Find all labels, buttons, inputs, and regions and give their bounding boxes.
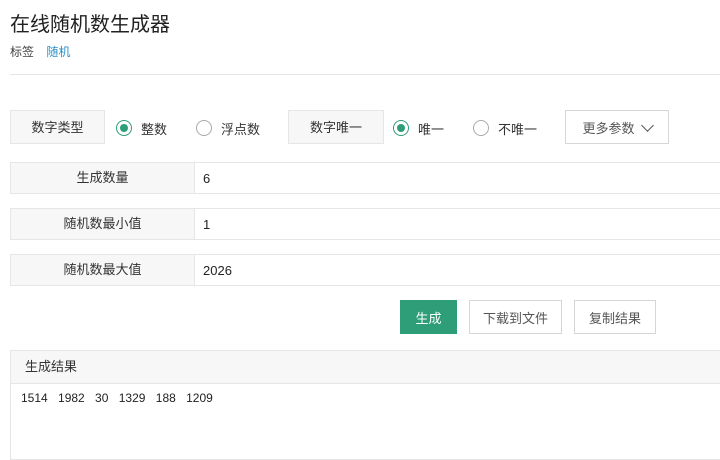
radio-unchecked-icon xyxy=(473,120,489,136)
tag-link-random[interactable]: 随机 xyxy=(46,45,70,59)
radio-integer[interactable]: 整数 xyxy=(116,119,167,137)
more-params-label: 更多参数 xyxy=(582,120,635,136)
count-label: 生成数量 xyxy=(11,163,195,193)
divider xyxy=(10,74,720,75)
number-type-label: 数字类型 xyxy=(10,110,105,144)
min-input[interactable] xyxy=(195,209,720,239)
min-label: 随机数最小值 xyxy=(11,209,195,239)
radio-unique[interactable]: 唯一 xyxy=(393,119,444,137)
radio-float-label: 浮点数 xyxy=(221,121,261,137)
min-row: 随机数最小值 xyxy=(10,208,720,240)
count-input[interactable] xyxy=(195,163,720,193)
unique-label: 数字唯一 xyxy=(288,110,384,144)
radio-checked-icon xyxy=(393,120,409,136)
page-title: 在线随机数生成器 xyxy=(10,14,170,36)
options-row: 数字类型 整数 浮点数 数字唯一 唯一 不唯一 更多参数 xyxy=(10,110,720,144)
tags-label: 标签 xyxy=(10,45,35,59)
count-row: 生成数量 xyxy=(10,162,720,194)
result-panel: 生成结果 1514 1982 30 1329 188 1209 xyxy=(10,350,720,460)
radio-not-unique[interactable]: 不唯一 xyxy=(473,119,537,137)
radio-checked-icon xyxy=(116,120,132,136)
max-input[interactable] xyxy=(195,255,720,285)
radio-not-unique-label: 不唯一 xyxy=(498,121,538,137)
max-row: 随机数最大值 xyxy=(10,254,720,286)
result-output[interactable]: 1514 1982 30 1329 188 1209 xyxy=(11,384,720,405)
radio-unique-label: 唯一 xyxy=(418,121,445,137)
radio-integer-label: 整数 xyxy=(141,121,168,137)
chevron-down-icon xyxy=(640,118,654,132)
radio-unchecked-icon xyxy=(196,120,212,136)
radio-float[interactable]: 浮点数 xyxy=(196,119,260,137)
max-label: 随机数最大值 xyxy=(11,255,195,285)
copy-button[interactable]: 复制结果 xyxy=(574,300,656,334)
generate-button[interactable]: 生成 xyxy=(400,300,457,334)
result-title: 生成结果 xyxy=(11,351,720,384)
download-button[interactable]: 下载到文件 xyxy=(469,300,562,334)
tag-bar: 标签 随机 xyxy=(10,43,70,60)
more-params-button[interactable]: 更多参数 xyxy=(565,110,669,144)
